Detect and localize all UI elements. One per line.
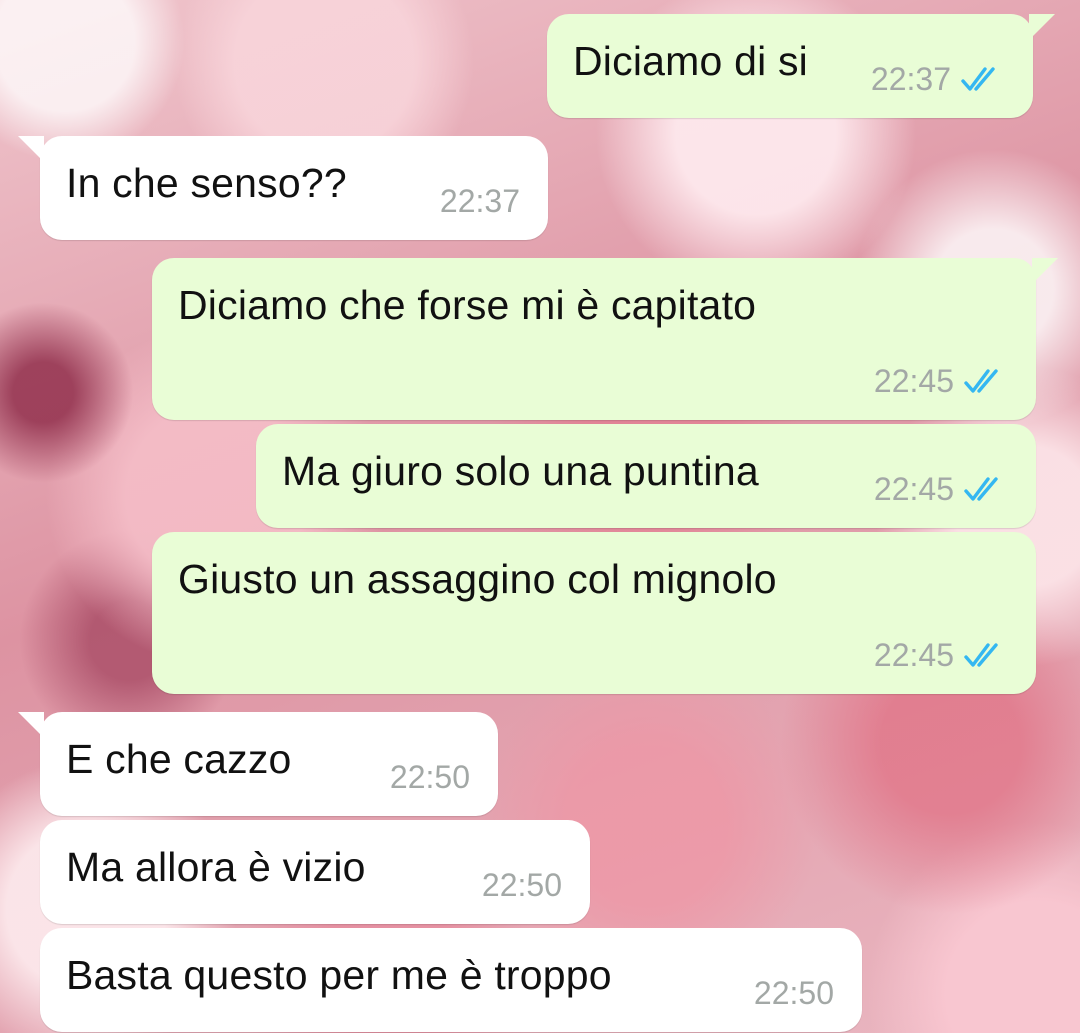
message-text: Ma allora è vizio	[66, 844, 366, 890]
message-time: 22:37	[870, 61, 951, 97]
message-text: Diciamo che forse mi è capitato	[178, 282, 757, 328]
message-meta: 22:50	[754, 975, 834, 1012]
message-time: 22:45	[873, 471, 954, 507]
message-meta: 22:45	[874, 637, 1010, 674]
message-text: In che senso??	[66, 160, 347, 206]
message-meta: 22:45	[874, 471, 1010, 508]
message-time: 22:45	[873, 637, 954, 673]
message-text: Basta questo per me è troppo	[66, 952, 612, 998]
bubble-tail	[1032, 258, 1058, 284]
message-time: 22:45	[873, 363, 954, 399]
message-text: Giusto un assaggino col mignolo	[178, 556, 777, 602]
message-text: E che cazzo	[66, 736, 292, 782]
message-meta: 22:50	[482, 867, 562, 904]
message-meta: 22:50	[390, 759, 470, 796]
message-bubble-incoming[interactable]: Basta questo per me è troppo 22:50	[40, 928, 862, 1032]
message-bubble-outgoing[interactable]: Diciamo che forse mi è capitato 22:45	[152, 258, 1058, 420]
message-text: Diciamo di si	[573, 38, 808, 84]
bubble-tail	[18, 136, 44, 162]
double-check-icon	[964, 476, 998, 501]
message-bubble-incoming[interactable]: Ma allora è vizio 22:50	[40, 820, 590, 924]
message-meta: 22:37	[871, 61, 1007, 98]
message-time: 22:50	[389, 759, 470, 795]
double-check-icon	[964, 368, 998, 393]
message-time: 22:37	[439, 183, 520, 219]
message-time: 22:50	[753, 975, 834, 1011]
bubble-tail	[18, 712, 44, 738]
message-meta: 22:37	[440, 183, 520, 220]
message-meta: 22:45	[874, 363, 1010, 400]
message-bubble-incoming[interactable]: E che cazzo 22:50	[18, 712, 498, 816]
double-check-icon	[961, 66, 995, 91]
message-bubble-outgoing[interactable]: Ma giuro solo una puntina 22:45	[256, 424, 1036, 528]
message-bubble-incoming[interactable]: In che senso?? 22:37	[18, 136, 548, 240]
message-time: 22:50	[481, 867, 562, 903]
message-bubble-outgoing[interactable]: Giusto un assaggino col mignolo 22:45	[152, 532, 1036, 694]
message-bubble-outgoing[interactable]: Diciamo di si 22:37	[547, 14, 1055, 118]
bubble-tail	[1029, 14, 1055, 40]
double-check-icon	[964, 642, 998, 667]
message-text: Ma giuro solo una puntina	[282, 448, 759, 494]
